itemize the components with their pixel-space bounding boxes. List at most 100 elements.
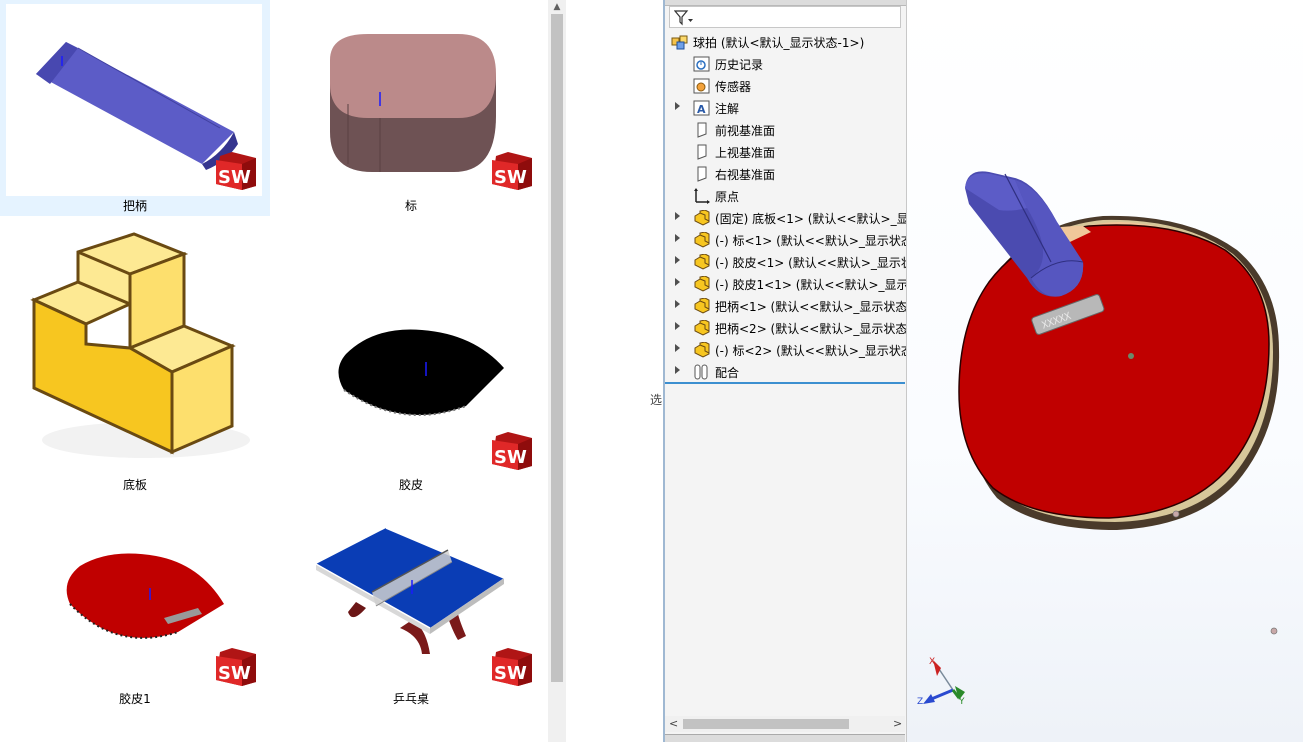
tree-item-label: (固定) 底板<1> (默认<<默认>_显示 xyxy=(715,212,907,226)
sensor-icon xyxy=(693,78,710,94)
plane-icon xyxy=(697,122,707,138)
tree-item-label: (-) 胶皮<1> (默认<<默认>_显示状 xyxy=(715,256,907,270)
expand-arrow-icon[interactable] xyxy=(675,102,680,110)
view-triad[interactable]: X Z Y xyxy=(917,657,965,707)
graphics-viewport[interactable]: XXXXX X Z Y xyxy=(907,0,1303,742)
tree-item-handle-1-component[interactable]: 把柄<1> (默认<<默认>_显示状态 xyxy=(665,296,907,316)
solidworks-badge-icon: SW xyxy=(488,430,534,472)
expand-arrow-icon[interactable] xyxy=(675,322,680,330)
svg-text:Z: Z xyxy=(917,697,923,707)
tree-item-label: 把柄<1> (默认<<默认>_显示状态 xyxy=(715,300,907,314)
tree-item-label: 原点 xyxy=(715,190,740,204)
file-name: 标 xyxy=(404,199,417,213)
gap-panel: 选 xyxy=(566,0,663,742)
tree-item-front-plane[interactable]: 前视基准面 xyxy=(665,120,906,140)
scroll-up-icon[interactable]: ▲ xyxy=(548,0,566,14)
tree-item-origin[interactable]: 原点 xyxy=(665,186,906,206)
tree-item-label: 历史记录 xyxy=(715,58,764,72)
expand-arrow-icon[interactable] xyxy=(675,278,680,286)
solidworks-badge-icon: SW xyxy=(212,646,258,688)
svg-text:SW: SW xyxy=(218,167,251,188)
part-icon xyxy=(694,232,710,248)
bottom-tabs[interactable] xyxy=(665,734,905,742)
svg-text:X: X xyxy=(929,657,935,667)
thumbnail-rubber xyxy=(282,230,538,422)
svg-text:Y: Y xyxy=(958,697,965,707)
tree-root-assembly[interactable]: 球拍 (默认<默认_显示状态-1>) xyxy=(665,32,906,52)
file-explorer: SW 把柄 SW 标 底板 SW 胶皮 SW 胶皮1 SW 乒乓桌 ▲ xyxy=(0,0,566,742)
tree-item-label: 前视基准面 xyxy=(715,124,776,138)
tree-item-mates[interactable]: 配合 xyxy=(665,362,906,382)
part-icon xyxy=(694,210,710,226)
expand-arrow-icon[interactable] xyxy=(675,344,680,352)
file-name: 胶皮 xyxy=(398,478,423,492)
file-tile-base-plate[interactable]: 底板 xyxy=(0,226,270,492)
tree-root-label: 球拍 (默认<默认_显示状态-1>) xyxy=(693,36,865,50)
rollback-bar[interactable] xyxy=(665,382,905,384)
tree-item-label: 配合 xyxy=(715,366,740,380)
expand-arrow-icon[interactable] xyxy=(675,366,680,374)
part-icon xyxy=(694,276,710,292)
svg-text:A: A xyxy=(697,103,706,116)
solidworks-badge-icon: SW xyxy=(488,646,534,688)
part-icon xyxy=(694,298,710,314)
tree-item-label: 上视基准面 xyxy=(715,146,776,160)
tree-item-sensors[interactable]: 传感器 xyxy=(665,76,906,96)
tree-item-label: 右视基准面 xyxy=(715,168,776,182)
history-icon xyxy=(693,56,710,72)
tree-item-annotations[interactable]: A 注解 xyxy=(665,98,906,118)
solidworks-badge-icon: SW xyxy=(212,150,258,192)
explorer-vertical-scrollbar[interactable]: ▲ xyxy=(548,0,566,742)
tree-item-handle-2-component[interactable]: 把柄<2> (默认<<默认>_显示状态 xyxy=(665,318,906,338)
feature-manager-tree: 球拍 (默认<默认_显示状态-1>) 历史记录 传感器 A 注解 前视基准面 上… xyxy=(663,0,907,742)
expand-arrow-icon[interactable] xyxy=(675,212,680,220)
tree-item-label: (-) 标<2> (默认<<默认>_显示状态 xyxy=(715,344,907,358)
tree-horizontal-scrollbar[interactable]: < > xyxy=(665,716,905,732)
svg-text:SW: SW xyxy=(494,167,527,188)
svg-text:SW: SW xyxy=(218,663,251,684)
tree-item-right-plane[interactable]: 右视基准面 xyxy=(665,164,906,184)
tree-item-rubber1-1-component[interactable]: (-) 胶皮1<1> (默认<<默认>_显示状 xyxy=(665,274,907,294)
origin-icon xyxy=(694,188,710,204)
svg-text:SW: SW xyxy=(494,663,527,684)
scroll-left-icon[interactable]: < xyxy=(669,716,678,732)
scrollbar-thumb[interactable] xyxy=(551,14,563,682)
paddle-model[interactable]: XXXXX X Z Y xyxy=(907,0,1303,742)
file-tile-handle[interactable]: SW 把柄 xyxy=(0,0,270,216)
tree-item-base-plate-component[interactable]: (固定) 底板<1> (默认<<默认>_显示 xyxy=(665,208,907,228)
assembly-icon xyxy=(671,35,688,50)
tree-item-label: (-) 胶皮1<1> (默认<<默认>_显示状 xyxy=(715,278,907,292)
file-name: 乒乓桌 xyxy=(392,692,429,706)
solidworks-badge-icon: SW xyxy=(488,150,534,192)
file-name: 胶皮1 xyxy=(119,692,151,706)
part-icon xyxy=(694,320,710,336)
expand-arrow-icon[interactable] xyxy=(675,300,680,308)
tree-item-label: (-) 标<1> (默认<<默认>_显示状态 xyxy=(715,234,907,248)
expand-arrow-icon[interactable] xyxy=(675,256,680,264)
tree-filter-input[interactable] xyxy=(669,6,901,28)
file-name: 底板 xyxy=(122,478,147,492)
part-icon xyxy=(694,342,710,358)
tree-item-history[interactable]: 历史记录 xyxy=(665,54,906,74)
file-tile-rubber[interactable]: SW 胶皮 xyxy=(276,226,546,492)
file-tile-rubber-1[interactable]: SW 胶皮1 xyxy=(0,500,270,716)
file-tile-badge[interactable]: SW 标 xyxy=(276,0,546,216)
plane-icon xyxy=(697,144,707,160)
tree-item-badge-2-component[interactable]: (-) 标<2> (默认<<默认>_显示状态 xyxy=(665,340,907,360)
tree-item-label: 注解 xyxy=(715,102,740,116)
scroll-right-icon[interactable]: > xyxy=(893,716,902,732)
part-icon xyxy=(694,254,710,270)
file-name: 把柄 xyxy=(122,199,147,213)
annotation-icon: A xyxy=(693,100,710,116)
file-tile-table[interactable]: SW 乒乓桌 xyxy=(276,500,546,716)
thumbnail-generic-part-icon xyxy=(6,230,262,458)
tree-item-label: 传感器 xyxy=(715,80,752,94)
truncated-label: 选 xyxy=(650,393,663,407)
tree-item-rubber-1-component[interactable]: (-) 胶皮<1> (默认<<默认>_显示状 xyxy=(665,252,907,272)
scrollbar-thumb[interactable] xyxy=(683,719,849,729)
expand-arrow-icon[interactable] xyxy=(675,234,680,242)
plane-icon xyxy=(697,166,707,182)
tree-item-top-plane[interactable]: 上视基准面 xyxy=(665,142,906,162)
tree-item-badge-1-component[interactable]: (-) 标<1> (默认<<默认>_显示状态 xyxy=(665,230,907,250)
filter-icon[interactable] xyxy=(674,10,694,26)
